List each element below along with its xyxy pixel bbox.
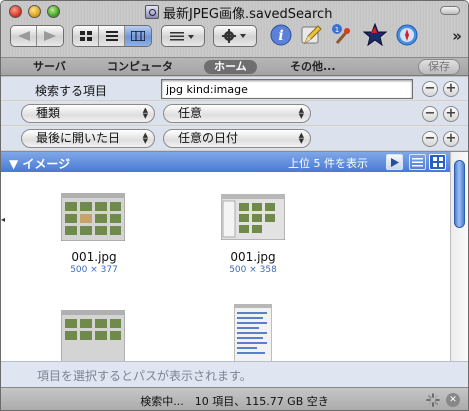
search-criteria: 検索する項目 − + 種類 ▲▼ 任意 ▲▼ − + 最後に開いた日 ▲▼ 任意…	[1, 77, 468, 151]
result-item[interactable]: 001.jpg 500 × 377	[49, 190, 139, 280]
criteria-label: 検索する項目	[35, 84, 108, 98]
criteria-row: 検索する項目 − +	[1, 77, 468, 101]
image-thumbnail	[234, 304, 272, 362]
column-view-icon	[131, 31, 145, 41]
toolbar-overflow-button[interactable]: »	[452, 27, 462, 45]
action-button[interactable]	[213, 25, 257, 47]
criteria-row: 種類 ▲ ▼ 任意 ▲ ▼ − +	[1, 102, 468, 126]
result-item[interactable]	[49, 302, 139, 362]
search-scope-bar: サーバ コンピュータ ホーム その他... 保存	[1, 57, 468, 76]
back-arrow-icon	[17, 31, 30, 41]
file-dimensions: 500 × 358	[229, 265, 277, 275]
image-thumbnail	[61, 193, 125, 241]
brush-tool-button[interactable]: 1	[327, 21, 355, 49]
progress-spinner-icon	[426, 393, 440, 407]
grid-view-icon	[432, 157, 443, 167]
status-text: 検索中... 10 項目、115.77 GB 空き	[140, 395, 329, 408]
forward-arrow-icon	[44, 31, 56, 41]
search-input[interactable]	[161, 79, 413, 99]
gear-icon	[222, 29, 246, 43]
image-thumbnail	[61, 310, 125, 362]
view-mode-control	[72, 25, 152, 47]
results-scrollbar[interactable]	[450, 152, 468, 362]
column-view-button[interactable]	[125, 26, 151, 46]
minimize-window-button[interactable]	[28, 5, 41, 18]
search-results: ▼ イメージ 上位 5 件を表示 001.jpg 500 × 377 001.j…	[1, 151, 468, 362]
window-chrome: 最新JPEG画像.savedSearch i 1 »	[1, 1, 468, 57]
group-count[interactable]: 上位 5 件を表示	[288, 155, 368, 171]
pencil-icon	[301, 25, 322, 45]
saved-search-icon	[145, 5, 159, 19]
group-icon-view-button[interactable]	[429, 154, 446, 170]
scope-computer[interactable]: コンピュータ	[97, 60, 183, 74]
back-button[interactable]	[11, 26, 37, 46]
remove-criteria-button[interactable]: −	[422, 106, 438, 122]
arrange-button[interactable]	[161, 25, 205, 47]
path-hint: 項目を選択するとパスが表示されます。	[37, 369, 252, 383]
scrollbar-thumb[interactable]	[454, 160, 465, 228]
popup-arrows-icon: ▲ ▼	[298, 131, 304, 145]
attribute-popup[interactable]: 種類 ▲ ▼	[21, 104, 155, 123]
zoom-window-button[interactable]	[47, 5, 60, 18]
window-title: 最新JPEG画像.savedSearch	[163, 6, 333, 22]
group-title: ▼ イメージ	[9, 157, 71, 171]
add-criteria-button[interactable]: +	[443, 106, 459, 122]
operator-popup[interactable]: 任意 ▲ ▼	[163, 104, 311, 123]
popup-arrows-icon: ▲ ▼	[298, 106, 304, 120]
forward-button[interactable]	[37, 26, 63, 46]
operator-popup[interactable]: 任意の日付 ▲ ▼	[163, 129, 311, 148]
list-view-icon	[412, 157, 423, 166]
criteria-row: 最後に開いた日 ▲ ▼ 任意の日付 ▲ ▼ − +	[1, 127, 468, 151]
play-icon	[391, 157, 399, 167]
attribute-popup[interactable]: 最後に開いた日 ▲ ▼	[21, 129, 155, 148]
remove-criteria-button[interactable]: −	[422, 81, 438, 97]
group-list-view-button[interactable]	[409, 154, 426, 170]
attribute-value: 種類	[36, 106, 61, 120]
svg-text:i: i	[278, 28, 283, 44]
arrange-icon	[170, 32, 194, 41]
slideshow-button[interactable]	[386, 154, 403, 170]
resize-notch-icon: ◂	[1, 215, 6, 224]
remove-criteria-button[interactable]: −	[422, 131, 438, 147]
scope-server[interactable]: サーバ	[23, 60, 76, 74]
list-view-button[interactable]	[99, 26, 125, 46]
compass-icon	[396, 24, 418, 46]
group-header-images[interactable]: ▼ イメージ 上位 5 件を表示	[1, 152, 450, 172]
svg-text:1: 1	[335, 26, 339, 34]
imovie-button[interactable]	[361, 21, 389, 49]
scope-home[interactable]: ホーム	[204, 60, 257, 74]
file-name: 001.jpg	[230, 250, 276, 264]
scope-other[interactable]: その他...	[280, 60, 346, 74]
image-thumbnail	[221, 194, 285, 240]
operator-value: 任意の日付	[178, 131, 239, 145]
star-icon	[363, 23, 387, 47]
file-dimensions: 500 × 377	[70, 265, 118, 275]
icon-view-button[interactable]	[73, 26, 99, 46]
add-criteria-button[interactable]: +	[443, 131, 459, 147]
get-info-button[interactable]: i	[267, 21, 295, 49]
info-icon: i	[270, 24, 292, 46]
save-search-button[interactable]: 保存	[418, 59, 460, 75]
attribute-value: 最後に開いた日	[36, 131, 121, 145]
stop-search-button[interactable]: ✕	[446, 393, 460, 407]
add-criteria-button[interactable]: +	[443, 81, 459, 97]
list-view-icon	[105, 31, 118, 41]
edit-tool-button[interactable]	[297, 21, 325, 49]
result-item[interactable]	[208, 302, 298, 362]
window-title-area: 最新JPEG画像.savedSearch	[145, 4, 333, 22]
toolbar-toggle-button[interactable]	[440, 6, 460, 15]
paintbrush-icon: 1	[332, 24, 351, 44]
file-name: 001.jpg	[71, 250, 117, 264]
back-forward-control	[10, 25, 64, 47]
operator-value: 任意	[178, 106, 203, 120]
safari-button[interactable]	[393, 21, 421, 49]
popup-arrows-icon: ▲ ▼	[142, 106, 148, 120]
popup-arrows-icon: ▲ ▼	[142, 131, 148, 145]
close-window-button[interactable]	[9, 5, 22, 18]
grid-view-icon	[79, 31, 92, 41]
result-item[interactable]: 001.jpg 500 × 358	[208, 190, 298, 280]
status-bar: 検索中... 10 項目、115.77 GB 空き ✕	[1, 387, 468, 410]
path-bar: 項目を選択するとパスが表示されます。	[1, 361, 468, 387]
finder-window: 最新JPEG画像.savedSearch i 1 » サーバ コンピュータ ホー…	[0, 0, 469, 411]
